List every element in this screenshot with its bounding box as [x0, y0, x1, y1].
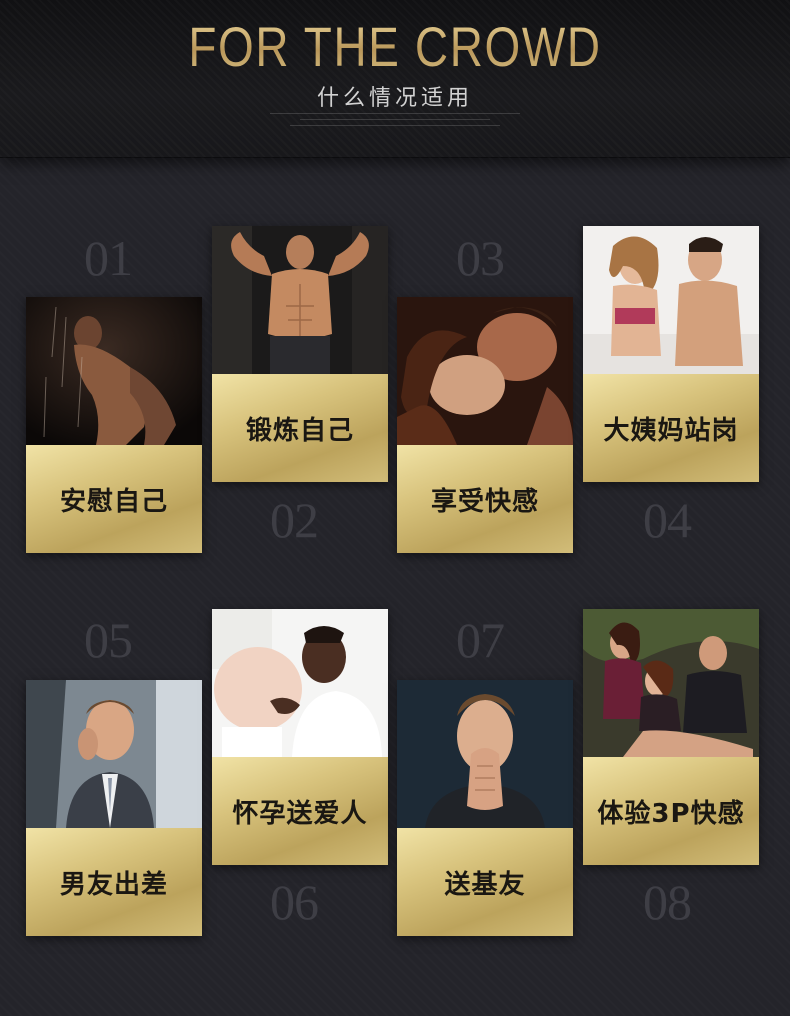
card-03[interactable]: 享受快感	[397, 297, 573, 553]
card-06[interactable]: 怀孕送爱人	[212, 609, 388, 865]
page-header: FOR THE CROWD 什么情况适用	[0, 0, 790, 158]
card-04[interactable]: 大姨妈站岗	[583, 226, 759, 482]
card-number-07: 07	[456, 612, 505, 668]
card-07-label: 送基友	[397, 828, 573, 936]
man-with-hands-clasped-photo	[397, 680, 573, 828]
card-02[interactable]: 锻炼自己	[212, 226, 388, 482]
couple-in-bed-photo	[583, 226, 759, 374]
card-08[interactable]: 体验3P快感	[583, 609, 759, 865]
group-of-three-people-photo	[583, 609, 759, 757]
man-in-shower-photo	[26, 297, 202, 445]
card-07[interactable]: 送基友	[397, 680, 573, 936]
man-kissing-pregnant-belly-photo	[212, 609, 388, 757]
card-number-03: 03	[456, 230, 505, 286]
title-english: FOR THE CROWD	[71, 16, 719, 78]
muscular-man-flexing-photo	[212, 226, 388, 374]
card-05[interactable]: 男友出差	[26, 680, 202, 936]
title-chinese: 什么情况适用	[316, 86, 473, 111]
card-01-label: 安慰自己	[26, 445, 202, 553]
card-03-label: 享受快感	[397, 445, 573, 553]
businessman-on-phone-photo	[26, 680, 202, 828]
card-06-label: 怀孕送爱人	[212, 757, 388, 865]
card-number-01: 01	[84, 230, 133, 286]
card-01[interactable]: 安慰自己	[26, 297, 202, 553]
card-number-02: 02	[270, 492, 319, 548]
card-number-06: 06	[270, 874, 319, 930]
card-number-04: 04	[643, 492, 692, 548]
card-number-05: 05	[84, 612, 133, 668]
card-04-label: 大姨妈站岗	[583, 374, 759, 482]
decorative-fine-lines	[270, 113, 520, 131]
card-02-label: 锻炼自己	[212, 374, 388, 482]
card-08-label: 体验3P快感	[583, 757, 759, 865]
couple-kissing-photo	[397, 297, 573, 445]
card-number-08: 08	[643, 874, 692, 930]
card-05-label: 男友出差	[26, 828, 202, 936]
